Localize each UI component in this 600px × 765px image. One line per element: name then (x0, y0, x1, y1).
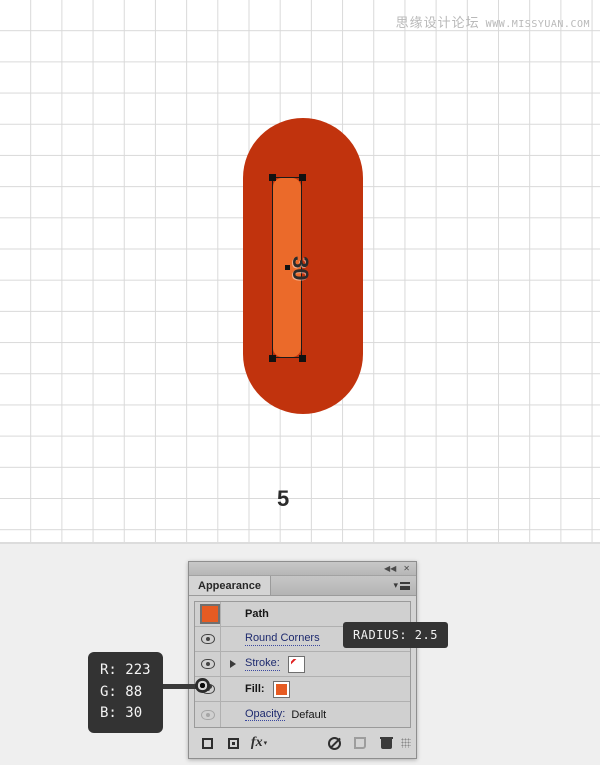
appearance-row-fill[interactable]: Fill: (195, 677, 410, 702)
rgb-red-value: R: 223 (100, 662, 151, 678)
add-new-fill-button[interactable] (220, 737, 246, 749)
selection-handle-bottom-left[interactable] (269, 355, 276, 362)
panel-resize-grip[interactable] (401, 738, 411, 748)
fill-swatch-color (275, 683, 287, 695)
panel-tab-row[interactable]: Appearance ▾ (189, 576, 416, 596)
appearance-row-value-opacity: Default (291, 708, 327, 721)
trash-icon (379, 737, 393, 749)
visibility-toggle-opacity[interactable] (195, 702, 221, 727)
callout-pointer-target-icon (195, 678, 210, 693)
tab-row-spacer (271, 576, 393, 595)
artwork-group[interactable]: 30 5 (243, 118, 363, 511)
appearance-attribute-list: Path Round Corners Stroke: Fill: Opacity… (194, 601, 411, 728)
tab-appearance-label: Appearance (198, 579, 261, 592)
appearance-row-stroke[interactable]: Stroke: (195, 652, 410, 677)
round-corners-disclosure-cell (221, 627, 245, 651)
canvas-bottom-edge (0, 542, 600, 544)
fx-icon: fx (250, 735, 263, 750)
selection-handle-top-right[interactable] (299, 174, 306, 181)
appearance-row-label-fill[interactable]: Fill: (245, 683, 265, 695)
visibility-toggle-round-corners[interactable] (195, 627, 221, 651)
path-color-swatch[interactable] (199, 604, 220, 624)
tab-appearance[interactable]: Appearance (189, 576, 271, 595)
add-new-effect-button[interactable]: fx ▾ (246, 735, 272, 751)
panel-menu-button[interactable]: ▾ (393, 576, 416, 595)
watermark-url: WWW.MISSYUAN.COM (485, 19, 590, 30)
path-swatch-cell[interactable] (195, 602, 221, 626)
close-icon[interactable]: ✕ (403, 564, 410, 573)
rgb-green-value: G: 88 (100, 683, 143, 700)
rgb-color-callout: R: 223 G: 88 B: 30 (88, 652, 163, 734)
appearance-row-opacity[interactable]: Opacity: Default (195, 702, 410, 727)
chevron-down-icon: ▾ (393, 580, 398, 590)
appearance-row-label-opacity[interactable]: Opacity: (245, 708, 286, 722)
fill-color-swatch[interactable] (272, 680, 290, 698)
duplicate-icon (354, 737, 366, 749)
eye-icon[interactable] (200, 659, 215, 669)
add-new-stroke-button[interactable] (194, 737, 220, 749)
collapse-icon[interactable]: ◀◀ (384, 564, 396, 573)
eye-icon[interactable] (200, 709, 215, 720)
appearance-row-label-round-corners[interactable]: Round Corners (245, 632, 320, 646)
appearance-row-label-stroke[interactable]: Stroke: (245, 657, 280, 671)
opacity-disclosure-cell (221, 702, 245, 727)
delete-item-button[interactable] (373, 737, 399, 749)
panel-footer-toolbar[interactable]: fx ▾ (194, 732, 411, 754)
visibility-toggle-stroke[interactable] (195, 652, 221, 676)
appearance-row-label-path: Path (245, 607, 269, 620)
circle-slash-icon (327, 736, 341, 750)
dimension-label-height: 30 (288, 256, 313, 281)
clear-appearance-button[interactable] (321, 736, 347, 750)
watermark-site-name: 思缘设计论坛 (395, 16, 480, 31)
stroke-disclosure-toggle[interactable] (221, 652, 245, 676)
watermark: 思缘设计论坛 WWW.MISSYUAN.COM (396, 12, 590, 31)
radius-tooltip: RADIUS: 2.5 (343, 622, 448, 648)
duplicate-item-button[interactable] (347, 737, 373, 749)
appearance-panel[interactable]: ◀◀ ✕ Appearance ▾ Path Round Corners Str… (188, 561, 417, 759)
square-filled-icon (227, 737, 239, 749)
selection-handle-bottom-right[interactable] (299, 355, 306, 362)
app-root: 思缘设计论坛 WWW.MISSYUAN.COM 30 5 ◀◀ ✕ Appear… (0, 0, 600, 765)
hamburger-menu-icon (400, 581, 410, 590)
rgb-blue-value: B: 30 (100, 705, 143, 722)
eye-icon[interactable] (200, 634, 215, 644)
fill-disclosure-cell (221, 677, 245, 701)
selection-handle-top-left[interactable] (269, 174, 276, 181)
path-spacer (221, 602, 245, 626)
stroke-color-swatch[interactable] (287, 655, 305, 673)
square-outline-icon (201, 737, 213, 749)
triangle-right-icon[interactable] (230, 660, 236, 668)
chevron-down-icon: ▾ (263, 740, 268, 747)
none-swatch-icon (290, 658, 302, 670)
panel-titlebar[interactable]: ◀◀ ✕ (189, 562, 416, 576)
dimension-label-width: 5 (277, 486, 290, 511)
